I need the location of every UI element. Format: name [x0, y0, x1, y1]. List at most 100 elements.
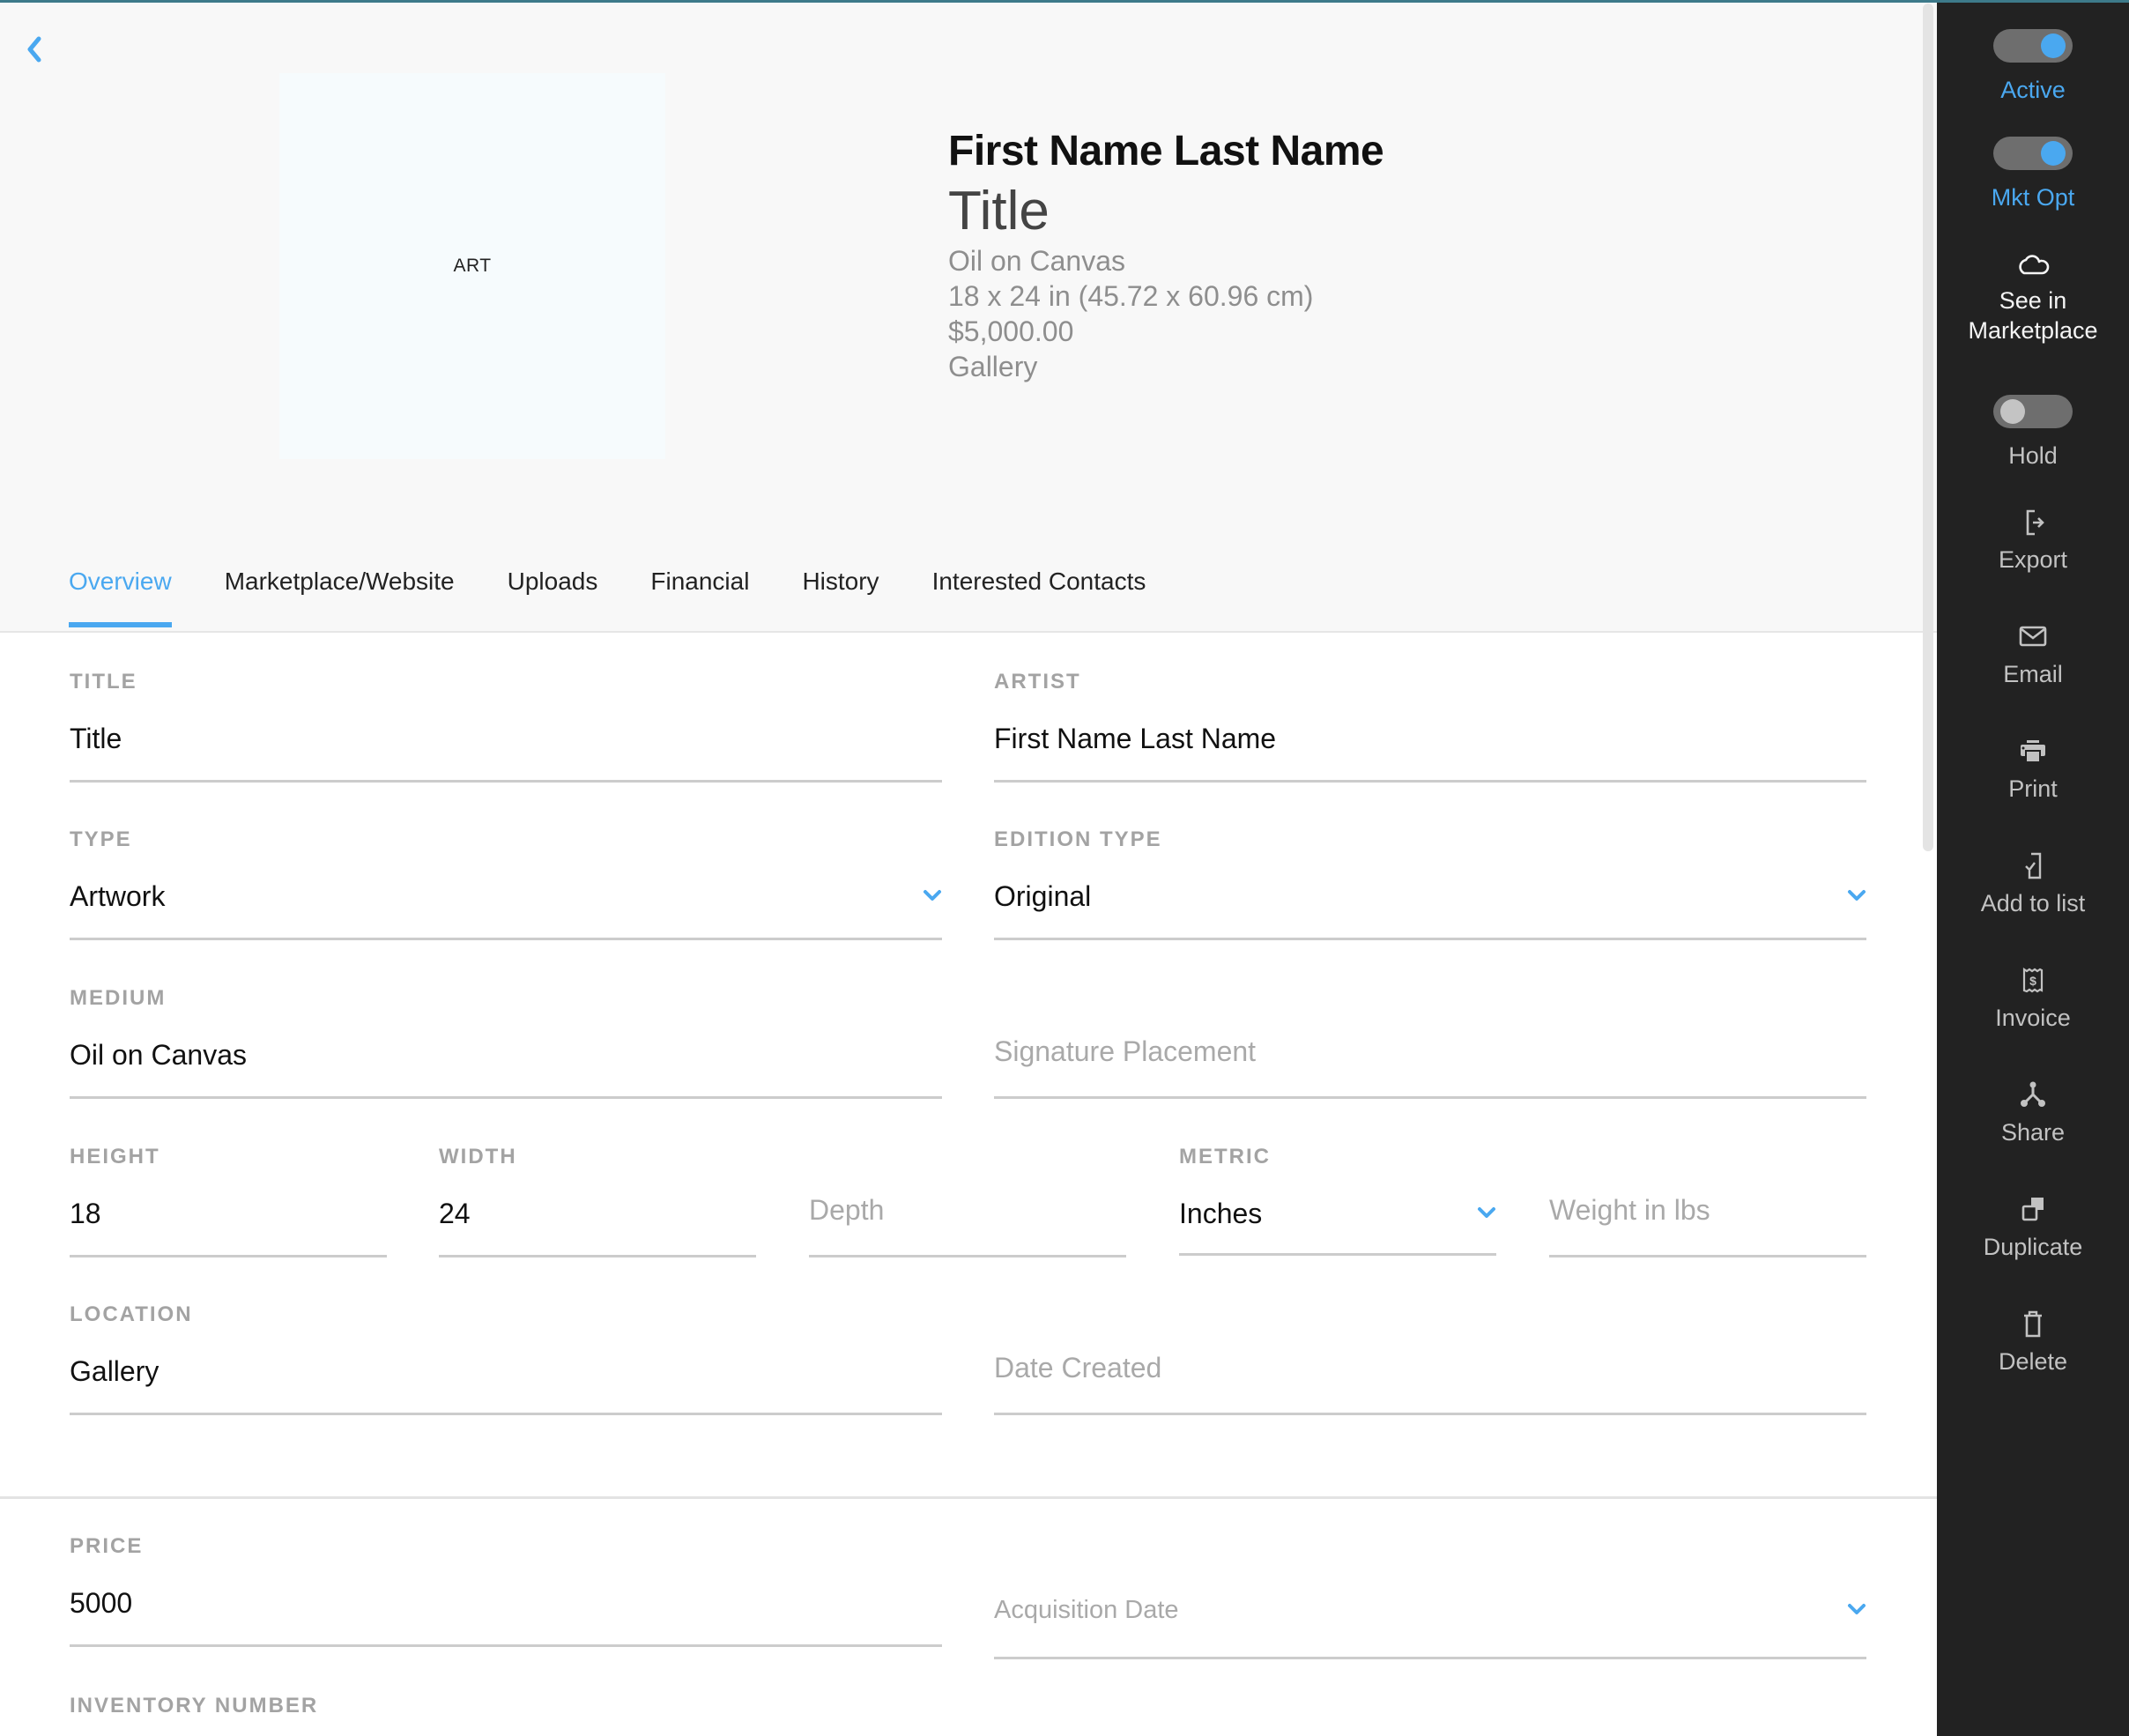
type-value: Artwork: [70, 880, 166, 912]
artist-field[interactable]: ARTIST First Name Last Name: [994, 670, 1866, 783]
section-divider: [0, 1496, 1937, 1499]
delete-label: Delete: [1998, 1348, 2068, 1375]
invoice-label: Invoice: [1995, 1005, 2071, 1031]
export-label: Export: [1998, 546, 2068, 573]
height-label: HEIGHT: [70, 1145, 160, 1168]
see-in-label-line1: See in: [1999, 287, 2067, 314]
list-check-icon: [2025, 852, 2042, 879]
export-icon: [2026, 509, 2044, 536]
tab-uploads[interactable]: Uploads: [508, 560, 598, 627]
artwork-dimensions: 18 x 24 in (45.72 x 60.96 cm): [948, 280, 1314, 312]
metric-select[interactable]: METRIC Inches: [1179, 1145, 1496, 1256]
mkt-opt-label: Mkt Opt: [1991, 184, 2075, 211]
medium-value: Oil on Canvas: [70, 1039, 247, 1071]
envelope-icon: [2019, 626, 2047, 647]
active-toggle[interactable]: Active: [1937, 29, 2129, 105]
tab-bar: Overview Marketplace/Website Uploads Fin…: [69, 560, 1198, 633]
edition-type-label: EDITION TYPE: [994, 827, 1162, 851]
edition-type-value: Original: [994, 880, 1092, 912]
date-created-field[interactable]: Date Created: [994, 1302, 1866, 1415]
print-button[interactable]: Print: [1937, 733, 2129, 804]
title-value: Title: [70, 723, 122, 754]
chevron-down-icon: [1848, 890, 1866, 901]
height-value: 18: [70, 1198, 101, 1229]
share-icon: [2021, 1081, 2045, 1107]
share-button[interactable]: Share: [1937, 1077, 2129, 1147]
hold-toggle[interactable]: Hold: [1937, 395, 2129, 471]
depth-placeholder: Depth: [809, 1194, 885, 1226]
email-button[interactable]: Email: [1937, 619, 2129, 689]
edition-type-select[interactable]: EDITION TYPE Original: [994, 827, 1866, 940]
tab-marketplace-website[interactable]: Marketplace/Website: [225, 560, 455, 627]
add-to-list-button[interactable]: Add to list: [1937, 848, 2129, 918]
tab-financial[interactable]: Financial: [650, 560, 749, 627]
mkt-opt-switch[interactable]: [1993, 137, 2073, 170]
artwork-price: $5,000.00: [948, 315, 1074, 347]
tab-overview[interactable]: Overview: [69, 560, 172, 627]
mkt-opt-toggle[interactable]: Mkt Opt: [1937, 137, 2129, 212]
width-field[interactable]: WIDTH 24: [439, 1145, 756, 1257]
artwork-medium: Oil on Canvas: [948, 245, 1125, 277]
metric-value: Inches: [1179, 1198, 1263, 1229]
active-label: Active: [2000, 77, 2066, 103]
artist-label: ARTIST: [994, 670, 1081, 694]
printer-icon: [2021, 740, 2045, 763]
price-label: PRICE: [70, 1534, 144, 1558]
height-field[interactable]: HEIGHT 18: [70, 1145, 387, 1257]
tab-history[interactable]: History: [802, 560, 879, 627]
see-in-label-line2: Marketplace: [1968, 317, 2098, 344]
scrollbar[interactable]: [1923, 4, 1933, 851]
chevron-down-icon: [1848, 1604, 1866, 1614]
medium-label: MEDIUM: [70, 986, 167, 1010]
email-label: Email: [2003, 661, 2063, 687]
type-label: TYPE: [70, 827, 132, 851]
delete-button[interactable]: Delete: [1937, 1306, 2129, 1376]
duplicate-button[interactable]: Duplicate: [1937, 1191, 2129, 1262]
active-switch[interactable]: [1993, 29, 2073, 63]
type-select[interactable]: TYPE Artwork: [70, 827, 942, 940]
see-in-marketplace-button[interactable]: See in Marketplace: [1937, 245, 2129, 345]
main-panel: ART First Name Last Name Title Oil on Ca…: [0, 0, 1937, 1736]
chevron-down-icon: [924, 890, 941, 901]
date-created-placeholder: Date Created: [994, 1352, 1162, 1384]
signature-placement-field[interactable]: Signature Placement: [994, 986, 1866, 1099]
duplicate-icon: [2021, 1198, 2044, 1221]
print-label: Print: [2008, 775, 2058, 802]
acquisition-date-select[interactable]: Acquisition Date: [994, 1534, 1866, 1659]
location-field[interactable]: LOCATION Gallery: [70, 1302, 942, 1415]
action-sidebar: Active Mkt Opt See in Marketplace Hold E…: [1937, 0, 2129, 1736]
trash-icon: [2024, 1310, 2042, 1338]
chevron-left-icon: [27, 36, 41, 63]
artist-name: First Name Last Name: [948, 128, 1384, 174]
back-button[interactable]: [19, 32, 49, 67]
hold-label: Hold: [2008, 442, 2058, 469]
medium-field[interactable]: MEDIUM Oil on Canvas: [70, 986, 942, 1099]
share-label: Share: [2000, 1119, 2066, 1146]
invoice-button[interactable]: $ Invoice: [1937, 962, 2129, 1033]
depth-field[interactable]: Depth: [809, 1145, 1126, 1257]
price-value: 5000: [70, 1587, 133, 1619]
export-button[interactable]: Export: [1937, 504, 2129, 575]
width-label: WIDTH: [439, 1145, 517, 1168]
window-top-border: [0, 0, 2129, 3]
hold-switch[interactable]: [1993, 395, 2073, 428]
duplicate-label: Duplicate: [1983, 1234, 2083, 1260]
location-label: LOCATION: [70, 1302, 193, 1326]
width-value: 24: [439, 1198, 471, 1229]
artwork-image[interactable]: ART: [279, 73, 665, 459]
acquisition-date-placeholder: Acquisition Date: [994, 1596, 1179, 1624]
tab-interested-contacts[interactable]: Interested Contacts: [932, 560, 1146, 627]
inventory-number-label: INVENTORY NUMBER: [70, 1694, 319, 1717]
weight-field[interactable]: Weight in lbs: [1549, 1145, 1866, 1257]
price-field[interactable]: PRICE 5000: [70, 1534, 942, 1647]
artwork-title: Title: [948, 181, 1050, 241]
metric-label: METRIC: [1179, 1145, 1271, 1168]
location-value: Gallery: [70, 1355, 159, 1387]
title-field[interactable]: TITLE Title: [70, 670, 942, 783]
artwork-summary: First Name Last Name Title Oil on Canvas…: [948, 125, 1384, 384]
title-label: TITLE: [70, 670, 137, 694]
chevron-down-icon: [1478, 1207, 1495, 1218]
add-to-list-label: Add to list: [1980, 890, 2086, 916]
cloud-icon: [2019, 255, 2050, 275]
weight-placeholder: Weight in lbs: [1549, 1194, 1710, 1226]
